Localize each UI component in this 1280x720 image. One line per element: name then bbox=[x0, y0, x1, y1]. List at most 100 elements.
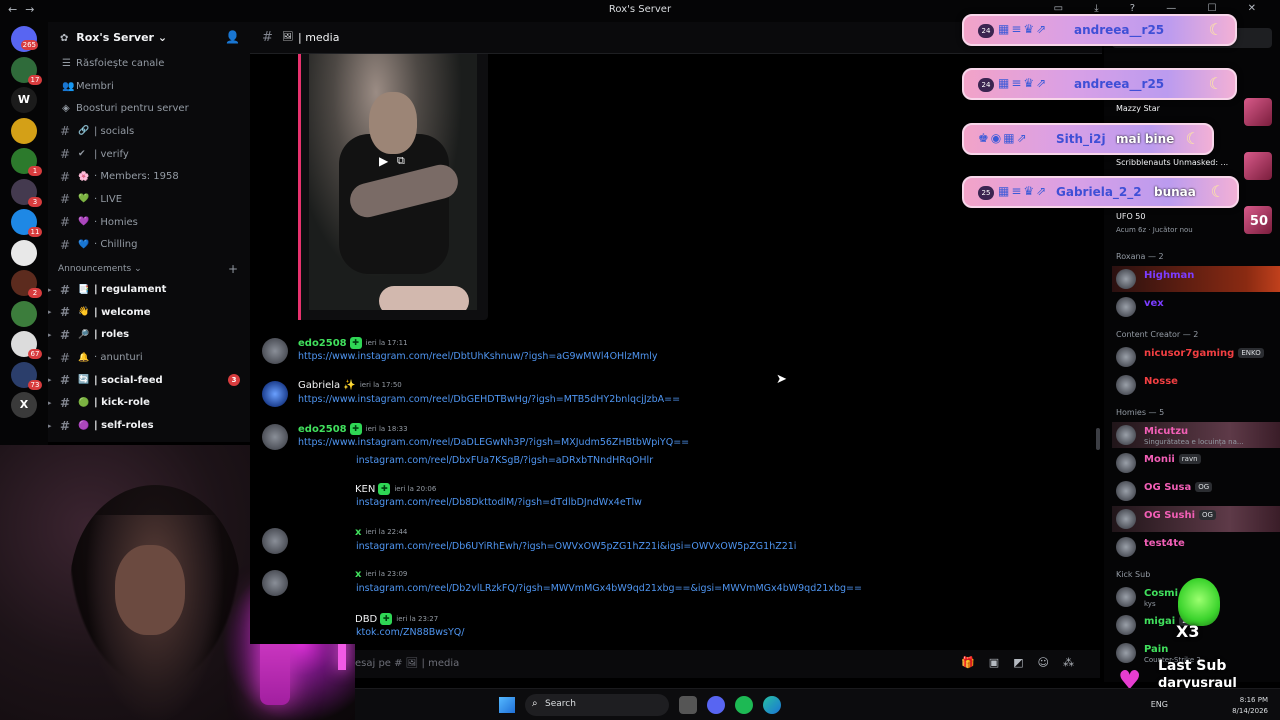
category-announcements[interactable]: Announcements ⌄ + bbox=[48, 260, 250, 278]
channel-item[interactable]: ▸ # 🟣 | self-roles bbox=[48, 414, 250, 437]
hash-icon: # bbox=[60, 215, 71, 230]
member-row[interactable]: Nosse bbox=[1112, 372, 1280, 398]
member-row[interactable]: nicusor7gaming ENKO bbox=[1112, 344, 1280, 370]
server-badge: 3 bbox=[28, 196, 42, 207]
channel-item[interactable]: # 🔗 | socials bbox=[48, 120, 250, 143]
server-icon[interactable] bbox=[11, 300, 37, 327]
member-row[interactable]: Monii ravn bbox=[1112, 450, 1280, 476]
server-icon[interactable]: X bbox=[11, 392, 37, 418]
server-icon[interactable] bbox=[11, 117, 37, 144]
badge-icons: ▦≡♛⇗ bbox=[998, 76, 1049, 90]
channel-label: · anunturi bbox=[94, 352, 143, 364]
channel-item[interactable]: # 💙 · Chilling bbox=[48, 234, 250, 257]
video-embed[interactable]: ▶ ⧉ bbox=[298, 54, 488, 320]
activity-game: UFO 50 bbox=[1116, 212, 1146, 221]
message-input[interactable]: esaj pe # 🖼 | media bbox=[355, 658, 459, 669]
windows-start-icon[interactable] bbox=[499, 697, 515, 713]
server-icon: ✿ bbox=[60, 33, 69, 44]
channel-emoji-icon: ✔ bbox=[78, 149, 86, 160]
message-link[interactable]: https://www.instagram.com/reel/DaDLEGwNh… bbox=[298, 437, 689, 448]
member-row[interactable]: test4te bbox=[1112, 534, 1280, 560]
system-clock[interactable]: 8:16 PM 8/14/2026 bbox=[1232, 695, 1268, 717]
message-link[interactable]: instagram.com/reel/Db6UYiRhEwh/?igsh=OWV… bbox=[356, 541, 796, 552]
member-row[interactable]: Micutzu Singurătatea e locuința na... bbox=[1112, 422, 1280, 448]
avatar[interactable] bbox=[262, 424, 288, 450]
hash-icon: # bbox=[60, 169, 71, 184]
avatar[interactable] bbox=[262, 528, 288, 554]
hash-icon: # bbox=[60, 237, 71, 252]
channel-item[interactable]: # 🌸 · Members: 1958 bbox=[48, 165, 250, 188]
server-icon[interactable] bbox=[11, 239, 37, 266]
channel-item[interactable]: ▸ # 📑 | regulament bbox=[48, 278, 250, 301]
file-explorer-icon[interactable] bbox=[679, 696, 697, 714]
member-row[interactable]: Highman bbox=[1112, 266, 1280, 292]
add-channel-icon[interactable]: + bbox=[228, 262, 238, 276]
message-link[interactable]: instagram.com/reel/DbxFUa7KSgB/?igsh=aDR… bbox=[356, 455, 653, 466]
add-member-icon[interactable]: 👤 bbox=[225, 30, 240, 44]
username[interactable]: DBD ✚ ieri la 23:27 bbox=[355, 613, 438, 625]
language-indicator[interactable]: ENG bbox=[1151, 700, 1168, 709]
member-row[interactable]: vex bbox=[1112, 294, 1280, 320]
server-icon[interactable]: W bbox=[11, 87, 37, 113]
spotify-icon[interactable] bbox=[735, 696, 753, 714]
video-thumbnail[interactable]: ▶ ⧉ bbox=[309, 54, 477, 310]
expand-icon[interactable]: ⧉ bbox=[397, 154, 405, 168]
server-name: Rox's Server bbox=[76, 31, 154, 44]
taskbar-search[interactable]: ⌕ Search bbox=[525, 694, 669, 716]
username[interactable]: edo2508 ✚ ieri la 17:11 bbox=[298, 337, 408, 349]
member-row[interactable]: OG Sushi OG bbox=[1112, 506, 1280, 532]
chevron-down-icon: ⌄ bbox=[131, 264, 142, 275]
message-link[interactable]: ktok.com/ZN88BwsYQ/ bbox=[356, 627, 464, 638]
message-link[interactable]: instagram.com/reel/Db2vlLRzkFQ/?igsh=MWV… bbox=[356, 583, 862, 594]
avatar[interactable] bbox=[262, 381, 288, 407]
level-badge: 25 bbox=[978, 186, 994, 200]
message-composer[interactable]: esaj pe # 🖼 | media 🎁▣◩☺⁂ bbox=[355, 650, 1100, 678]
edge-icon[interactable] bbox=[763, 696, 781, 714]
server-header[interactable]: ✿ Rox's Server ⌄ 👤 bbox=[48, 22, 250, 52]
member-row[interactable]: OG Susa OG bbox=[1112, 478, 1280, 504]
channel-item[interactable]: # 💜 · Homies bbox=[48, 211, 250, 234]
timestamp: ieri la 17:50 bbox=[359, 381, 402, 389]
member-name: Nosse bbox=[1144, 376, 1178, 387]
member-tag: OG bbox=[1195, 482, 1213, 492]
channel-item[interactable]: # 💚 · LIVE bbox=[48, 188, 250, 211]
username[interactable]: edo2508 ✚ ieri la 18:33 bbox=[298, 423, 408, 435]
sidebar-nav-item[interactable]: 👥 Membri bbox=[48, 75, 250, 98]
channel-emoji-icon: 🔎 bbox=[78, 329, 90, 340]
username[interactable]: KEN ✚ ieri la 20:06 bbox=[355, 483, 436, 495]
avatar[interactable] bbox=[262, 570, 288, 596]
channel-item[interactable]: ▸ # 🔎 | roles bbox=[48, 324, 250, 347]
avatar bbox=[1116, 269, 1136, 289]
chevron-right-icon: ▸ bbox=[48, 421, 52, 430]
message-link[interactable]: https://www.instagram.com/reel/DbtUhKshn… bbox=[298, 351, 658, 362]
taskbar: ⌕ Search ENG 8:16 PM 8/14/2026 bbox=[355, 688, 1280, 720]
channel-item[interactable]: ▸ # 👋 | welcome bbox=[48, 301, 250, 324]
username[interactable]: x ieri la 22:44 bbox=[355, 527, 407, 538]
channel-label: | kick-role bbox=[94, 397, 150, 409]
avatar bbox=[1116, 481, 1136, 501]
play-icon[interactable]: ▶ bbox=[379, 154, 388, 168]
scrollbar-thumb[interactable] bbox=[1096, 428, 1100, 450]
toast-username: andreea__r25 bbox=[1074, 23, 1165, 37]
channel-item[interactable]: # ✔ | verify bbox=[48, 143, 250, 166]
channel-item[interactable]: ▸ # 🔄 | social-feed 3 bbox=[48, 369, 250, 392]
server-badge: 11 bbox=[28, 227, 42, 237]
discord-taskbar-icon[interactable] bbox=[707, 696, 725, 714]
username[interactable]: Gabriela ✨ ieri la 17:50 bbox=[298, 380, 402, 391]
username[interactable]: x ieri la 23:09 bbox=[355, 569, 407, 580]
channel-item[interactable]: ▸ # 🔔 · anunturi bbox=[48, 346, 250, 369]
activity-game: Scribblenauts Unmasked: ... bbox=[1116, 158, 1229, 167]
channel-label: | welcome bbox=[94, 306, 151, 318]
avatar[interactable] bbox=[262, 338, 288, 364]
channel-emoji-icon: 💚 bbox=[78, 194, 90, 205]
message-link[interactable]: instagram.com/reel/Db8DkttodlM/?igsh=dTd… bbox=[356, 497, 642, 508]
sidebar-nav-item[interactable]: ☰ Răsfoiește canale bbox=[48, 52, 250, 75]
timestamp: ieri la 20:06 bbox=[394, 485, 437, 493]
channel-item[interactable]: ▸ # 🟢 | kick-role bbox=[48, 392, 250, 415]
sidebar-nav-item[interactable]: ◈ Boosturi pentru server bbox=[48, 97, 250, 120]
hash-icon: # bbox=[60, 327, 71, 342]
avatar bbox=[1116, 509, 1136, 529]
window-controls[interactable]: ▭ ⤓ ? — ☐ ✕ bbox=[1054, 3, 1270, 14]
composer-tools[interactable]: 🎁▣◩☺⁂ bbox=[961, 656, 1088, 669]
message-link[interactable]: https://www.instagram.com/reel/DbGEHDTBw… bbox=[298, 394, 680, 405]
